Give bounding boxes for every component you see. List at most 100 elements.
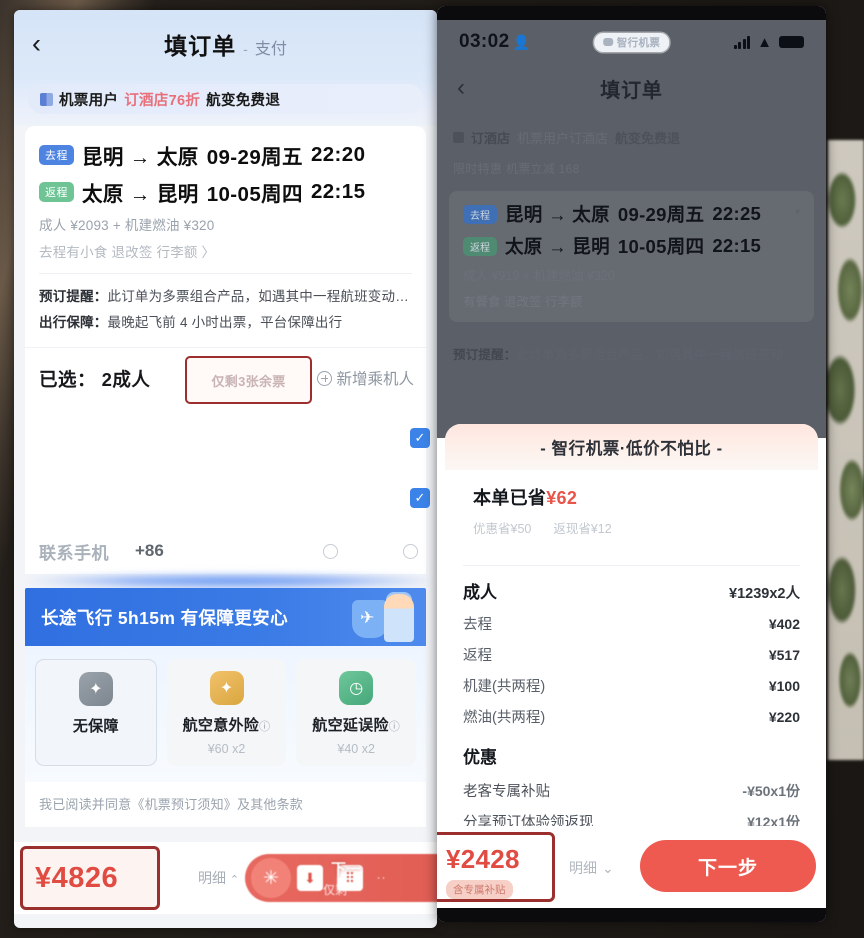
- back-icon-right[interactable]: ‹: [457, 74, 465, 102]
- promo-banner[interactable]: 机票用户 订酒店76折 航变免费退: [28, 84, 423, 114]
- back-icon[interactable]: ‹: [32, 30, 41, 58]
- fare-line-right: 成人 ¥919 + 机建燃油 ¥320: [463, 269, 615, 283]
- right-top-black-bar: [437, 6, 826, 20]
- benefit-line[interactable]: 去程有小食 退改签 行李额 〉: [39, 241, 412, 261]
- insurance-price-delay: ¥40 x2: [337, 742, 375, 756]
- discount-value-share: ¥12x1份: [747, 814, 800, 826]
- ticket-icon: [40, 92, 53, 106]
- discount-value-loyalty: -¥50x1份: [742, 783, 800, 799]
- floating-dock-overlay[interactable]: ✳ ⬇ ⠿ ∙∙ 下一 仅剩: [245, 854, 437, 902]
- fare-row-adult: 成人 ¥1239x2人: [463, 578, 800, 603]
- saved-summary-card: 本单已省¥62 优惠省¥50 返现省¥12: [457, 472, 806, 551]
- left-header: ‹ 填订单 - 支付: [14, 10, 437, 78]
- download-box-icon[interactable]: ⬇: [297, 865, 323, 891]
- notice-block: 预订提醒：此订单为多票组合产品，如遇其中一程航班变动… 出行保障：最晚起飞前 4…: [39, 274, 412, 331]
- asterisk-icon[interactable]: ✳: [251, 858, 291, 898]
- add-passenger-button[interactable]: 新增乘机人: [317, 367, 414, 389]
- badge-outbound: 去程: [39, 145, 74, 165]
- notice-booking: 预订提醒：此订单为多票组合产品，如遇其中一程航班变动…: [39, 285, 412, 305]
- flight-card[interactable]: 去程 昆明 → 太原 09-29周五 22:20 返程 太原 → 昆明 10-0…: [25, 126, 426, 347]
- insurance-name-delay-text: 航空延误险: [312, 717, 389, 734]
- passenger-checkbox-2[interactable]: ✓: [410, 488, 430, 508]
- notice-right-label: 预订提醒：: [453, 348, 517, 362]
- right-nav-bar: ‹ 填订单: [437, 64, 826, 112]
- flight-route-return: 太原 → 昆明: [82, 183, 199, 206]
- passenger-checkbox-1[interactable]: ✓: [410, 428, 430, 448]
- title-dash: -: [243, 41, 248, 57]
- notice-booking-label: 预订提醒：: [39, 289, 108, 304]
- battery-icon: [779, 36, 804, 48]
- insurance-banner-text: 长途飞行 5h15m 有保障更安心: [41, 607, 288, 628]
- flight-date-return-right: 10-05周四: [617, 236, 705, 257]
- sub-promo-right: 限时特惠 机票立减 168: [453, 162, 580, 176]
- next-step-button[interactable]: 下一步: [640, 840, 816, 892]
- total-price-highlight-right: ¥2428 含专属补贴: [437, 832, 555, 902]
- fare-row-airport-tax: 机建(共两程) ¥100: [463, 675, 800, 696]
- price-detail-toggle-left[interactable]: 明细 ⌃: [198, 868, 239, 888]
- caret-down-icon[interactable]: ▾: [795, 207, 800, 218]
- modal-body: 成人 ¥1239x2人 去程 ¥402 返程 ¥517 机建(共两程) ¥100…: [445, 551, 818, 826]
- insurance-options: ✦ 无保障 ✦ 航空意外险ⓘ ¥60 x2 ◷ 航空延误险ⓘ ¥40 x2: [25, 646, 426, 782]
- fare-row-fuel: 燃油(共两程) ¥220: [463, 706, 800, 727]
- notice-booking-text: 此订单为多票组合产品，如遇其中一程航班变动…: [107, 289, 409, 304]
- saved-amount: ¥62: [546, 488, 578, 508]
- price-detail-toggle-right[interactable]: 明细 ⌄: [569, 858, 614, 878]
- fare-value-airport-tax: ¥100: [768, 678, 800, 694]
- contact-phone-value[interactable]: +86: [135, 541, 164, 561]
- right-dimmed-background: 03:02 👤 智行机票 ▲ ‹ 填订单 订酒店 机票用户订酒店 航变免费退 限…: [437, 20, 826, 438]
- flight-date-return: 10-05周四: [206, 183, 303, 206]
- person-icon: 👤: [512, 33, 531, 50]
- insurance-option-delay[interactable]: ◷ 航空延误险ⓘ ¥40 x2: [296, 659, 417, 766]
- at-icon[interactable]: [403, 543, 418, 559]
- insurance-name-none: 无保障: [72, 718, 119, 735]
- status-time: 03:02: [459, 31, 510, 52]
- flight-row-outbound-right[interactable]: 去程 昆明 → 太原 09-29周五 22:25: [463, 201, 800, 227]
- fare-row-return: 返程 ¥517: [463, 644, 800, 665]
- fare-value-return: ¥517: [768, 647, 800, 663]
- price-detail-modal: - 智行机票·低价不怕比 - 本单已省¥62 优惠省¥50 返现省¥12 成人 …: [445, 424, 818, 826]
- insurance-name-accident: 航空意外险ⓘ: [171, 714, 283, 735]
- signal-bars-icon: [733, 35, 751, 49]
- right-phone-screenshot: 03:02 👤 智行机票 ▲ ‹ 填订单 订酒店 机票用户订酒店 航变免费退 限…: [437, 6, 826, 922]
- island-app-icon: [602, 38, 613, 46]
- total-price-left: ¥4826: [35, 861, 119, 894]
- clock-shield-icon: ◷: [339, 671, 374, 705]
- fare-value-fuel: ¥220: [768, 709, 800, 725]
- promo-right-t2: 机票用户订酒店: [517, 130, 609, 146]
- insurance-option-accident[interactable]: ✦ 航空意外险ⓘ ¥60 x2: [166, 659, 287, 766]
- notice-right: 预订提醒：此订单为多票组合产品，如遇其中一程航班变动…: [453, 344, 810, 363]
- insurance-name-delay: 航空延误险ⓘ: [300, 714, 412, 735]
- info-icon-delay[interactable]: ⓘ: [389, 721, 400, 733]
- badge-return-right: 返程: [463, 236, 497, 256]
- flight-row-return-right[interactable]: 返程 太原 → 昆明 10-05周四 22:15: [463, 233, 800, 259]
- contact-row[interactable]: 联系手机 +86: [25, 528, 426, 574]
- promo-text-before: 机票用户: [59, 92, 119, 109]
- insurance-option-none[interactable]: ✦ 无保障: [35, 659, 157, 766]
- total-price-highlight-left: ¥4826: [20, 846, 160, 910]
- dynamic-island-badge[interactable]: 智行机票: [593, 32, 670, 52]
- info-icon-accident[interactable]: ⓘ: [259, 721, 270, 733]
- flight-row-return[interactable]: 返程 太原 → 昆明 10-05周四 22:15: [39, 177, 412, 207]
- right-bottom-black-bar: [437, 908, 826, 922]
- discount-label-loyalty: 老客专属补贴: [463, 784, 550, 800]
- more-dots-icon[interactable]: ∙∙: [377, 872, 387, 884]
- notice-guarantee-label: 出行保障：: [39, 315, 108, 330]
- remaining-tickets-highlight: 仅剩3张余票: [185, 356, 312, 404]
- contact-label: 联系手机: [39, 543, 109, 563]
- fare-label-return: 返程: [463, 648, 492, 664]
- chevron-down-icon: ⌄: [602, 859, 614, 876]
- fare-label-airport-tax: 机建(共两程): [463, 679, 546, 695]
- page-title: 填订单: [164, 33, 237, 59]
- page-subtitle: 支付: [254, 41, 287, 58]
- fare-value-adult: ¥1239x2人: [729, 586, 800, 602]
- flight-card-right[interactable]: ▾ 去程 昆明 → 太原 09-29周五 22:25 返程 太原 → 昆明 10…: [449, 191, 814, 322]
- clock-icon[interactable]: [323, 543, 338, 559]
- fare-line: 成人 ¥2093 + 机建燃油 ¥320: [39, 218, 215, 233]
- dock-label-secondary: 仅剩: [323, 883, 348, 897]
- promo-text-highlight: 订酒店76折: [124, 92, 201, 109]
- shield-off-icon: ✦: [78, 672, 113, 706]
- agreement-row[interactable]: 我已阅读并同意《机票预订须知》及其他条款: [25, 782, 426, 827]
- flight-row-outbound[interactable]: 去程 昆明 → 太原 09-29周五 22:20: [39, 140, 412, 170]
- discount-section-title: 优惠: [463, 748, 497, 767]
- promo-banner-right[interactable]: 订酒店 机票用户订酒店 航变免费退: [453, 124, 810, 150]
